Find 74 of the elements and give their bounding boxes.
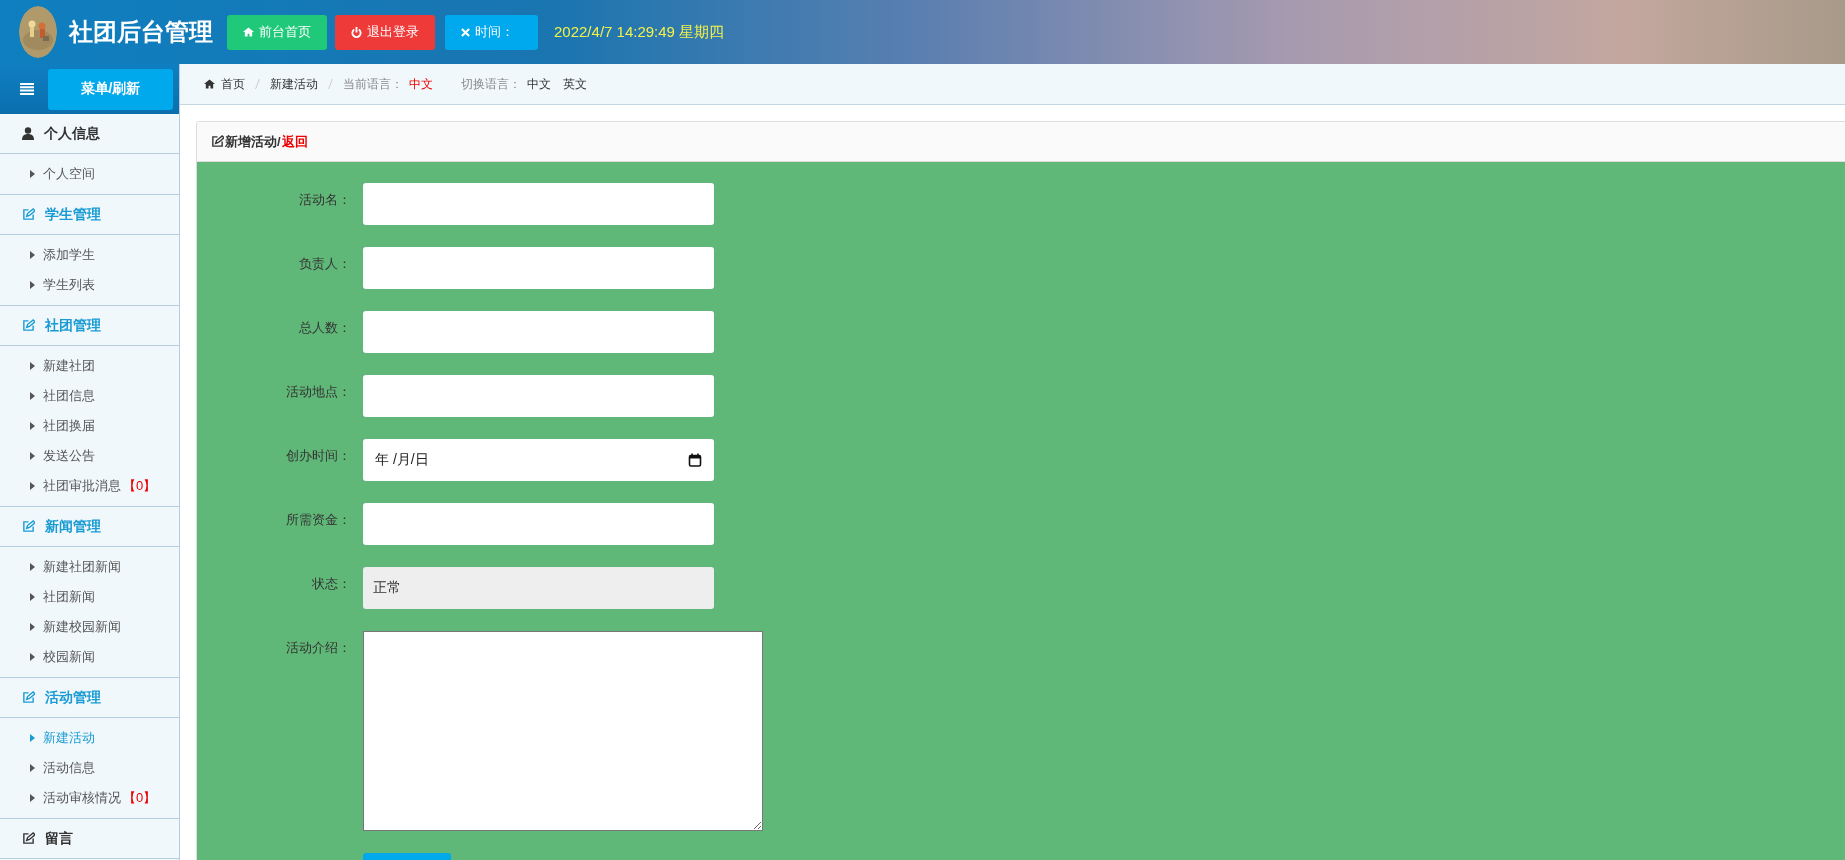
language-link[interactable]: 中文 <box>527 75 551 93</box>
calendar-icon[interactable] <box>688 453 702 467</box>
sidebar-item[interactable]: 新建社团 <box>0 351 179 381</box>
sidebar-item[interactable]: 发送公告 <box>0 441 179 471</box>
caret-icon <box>30 623 35 631</box>
caret-icon <box>30 482 35 490</box>
field-label: 创办时间： <box>286 447 351 465</box>
caret-icon <box>30 563 35 571</box>
text-field[interactable] <box>363 375 714 417</box>
home-icon <box>243 27 254 37</box>
sidebar-section[interactable]: 留言 <box>0 819 179 859</box>
field-label: 活动介绍： <box>286 639 351 657</box>
sidebar-section[interactable]: 个人信息 <box>0 114 179 154</box>
app-title: 社团后台管理 <box>69 17 213 47</box>
sidebar-item[interactable]: 活动信息 <box>0 753 179 783</box>
edit-icon <box>211 135 224 148</box>
sidebar-item[interactable]: 社团信息 <box>0 381 179 411</box>
caret-icon <box>30 734 35 742</box>
sidebar-item[interactable]: 社团换届 <box>0 411 179 441</box>
sidebar-item[interactable]: 新建校园新闻 <box>0 612 179 642</box>
text-field[interactable] <box>363 247 714 289</box>
date-field[interactable]: 年 /月/日 <box>363 439 714 481</box>
sidebar-item[interactable]: 个人空间 <box>0 159 179 189</box>
text-field[interactable] <box>363 503 714 545</box>
caret-icon <box>30 170 35 178</box>
caret-icon <box>30 593 35 601</box>
edit-icon <box>22 691 35 704</box>
status-field: 正常 <box>363 567 714 609</box>
caret-icon <box>30 794 35 802</box>
logout-button[interactable]: 退出登录 <box>335 14 435 50</box>
panel-title: 新增活动/ <box>225 132 281 151</box>
sidebar-item[interactable]: 新建社团新闻 <box>0 552 179 582</box>
separator-icon <box>328 79 333 89</box>
field-label: 总人数： <box>299 319 351 337</box>
edit-icon <box>22 319 35 332</box>
sidebar-item[interactable]: 社团新闻 <box>0 582 179 612</box>
separator-icon <box>255 79 260 89</box>
description-field[interactable] <box>363 631 763 831</box>
text-field[interactable] <box>363 183 714 225</box>
caret-icon <box>30 653 35 661</box>
switch-language-label: 切换语言： <box>461 75 521 93</box>
close-icon <box>461 27 470 37</box>
sidebar-item[interactable]: 社团审批消息【0】 <box>0 471 179 501</box>
caret-icon <box>30 362 35 370</box>
field-label: 状态： <box>312 575 351 593</box>
sidebar-item[interactable]: 添加学生 <box>0 240 179 270</box>
field-label: 活动名： <box>299 191 351 209</box>
sidebar-item[interactable]: 校园新闻 <box>0 642 179 672</box>
current-language: 中文 <box>409 75 433 93</box>
menu-icon[interactable] <box>20 83 34 95</box>
language-label: 当前语言： <box>343 75 403 93</box>
caret-icon <box>30 392 35 400</box>
field-label: 负责人： <box>299 255 351 273</box>
user-icon <box>22 127 34 140</box>
edit-icon <box>22 832 35 845</box>
breadcrumb-link[interactable]: 新建活动 <box>270 75 318 93</box>
language-link[interactable]: 英文 <box>563 75 587 93</box>
caret-icon <box>30 281 35 289</box>
field-label: 活动地点： <box>286 383 351 401</box>
sidebar-item[interactable]: 学生列表 <box>0 270 179 300</box>
power-icon <box>351 26 362 38</box>
datetime-text: 2022/4/7 14:29:49 星期四 <box>554 22 725 42</box>
back-link[interactable]: 返回 <box>281 132 308 151</box>
caret-icon <box>30 452 35 460</box>
caret-icon <box>30 251 35 259</box>
home-icon <box>204 79 215 89</box>
caret-icon <box>30 764 35 772</box>
field-label: 所需资金： <box>286 511 351 529</box>
edit-icon <box>22 208 35 221</box>
caret-icon <box>30 422 35 430</box>
text-field[interactable] <box>363 311 714 353</box>
breadcrumb-link[interactable]: 首页 <box>221 75 245 93</box>
edit-icon <box>22 520 35 533</box>
sidebar-item[interactable]: 活动审核情况【0】 <box>0 783 179 813</box>
